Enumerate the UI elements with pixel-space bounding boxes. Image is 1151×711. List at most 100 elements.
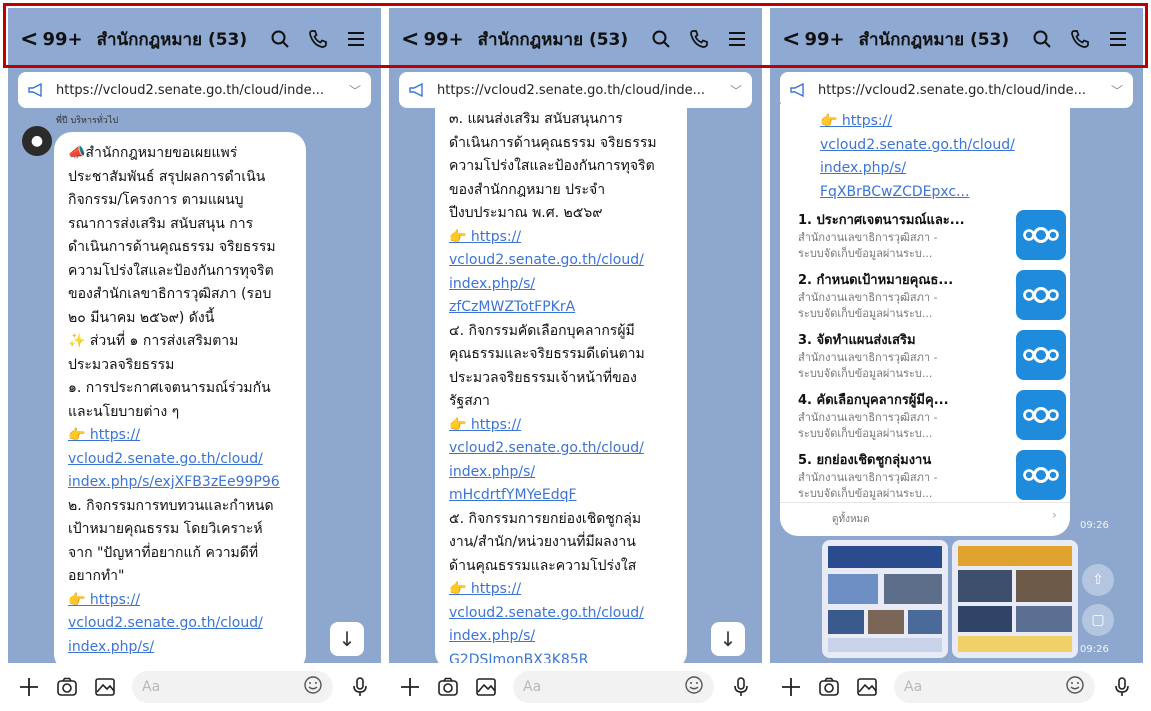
- chevron-down-icon[interactable]: ﹀: [1111, 82, 1123, 99]
- message-link[interactable]: 👉 https://: [449, 226, 673, 250]
- scroll-down-button[interactable]: ↓: [330, 622, 364, 656]
- image-icon[interactable]: [856, 676, 878, 698]
- nextcloud-logo-icon: [1016, 330, 1066, 380]
- phone-icon[interactable]: [305, 29, 331, 49]
- plus-icon[interactable]: [18, 676, 40, 698]
- unread-badge[interactable]: 99+: [804, 29, 844, 50]
- chat-header: < 99+ สำนักกฎหมาย (53): [389, 8, 762, 70]
- message-link[interactable]: 👉 https://: [449, 578, 673, 602]
- menu-icon[interactable]: [724, 29, 750, 49]
- link-card[interactable]: 3. จัดทำแผนส่งเสริม สำนักงานเลขาธิการวุฒ…: [798, 324, 1066, 386]
- plus-icon[interactable]: [780, 676, 802, 698]
- message-line: คุณธรรมและจริยธรรมดีเด่นตาม: [449, 346, 645, 362]
- microphone-icon[interactable]: [1111, 676, 1133, 698]
- back-button[interactable]: <: [782, 27, 800, 52]
- message-link[interactable]: 👉 https://: [68, 589, 292, 613]
- search-icon[interactable]: [1029, 29, 1055, 49]
- message-line: รัฐสภา: [449, 393, 490, 409]
- message-link[interactable]: index.php/s/: [820, 157, 1070, 181]
- camera-icon[interactable]: [818, 676, 840, 698]
- chevron-right-icon[interactable]: ›: [1052, 508, 1057, 522]
- announcement-url[interactable]: https://vcloud2.senate.go.th/cloud/inde.…: [437, 83, 722, 98]
- message-link[interactable]: vcloud2.senate.go.th/cloud/: [449, 437, 673, 461]
- message-link[interactable]: 👉 https://: [68, 424, 292, 448]
- message-input[interactable]: Aa: [894, 671, 1095, 703]
- message-link[interactable]: vcloud2.senate.go.th/cloud/: [449, 249, 673, 273]
- phone-icon[interactable]: [686, 29, 712, 49]
- link-card-desc: ระบบจัดเก็บข้อมูลผ่านระบ...: [798, 486, 933, 500]
- announcement-bar[interactable]: https://vcloud2.senate.go.th/cloud/inde.…: [18, 72, 371, 108]
- message-line: ๕. กิจกรรมการยกย่องเชิดชูกลุ่ม: [449, 510, 642, 527]
- announcement-bar[interactable]: https://vcloud2.senate.go.th/cloud/inde.…: [399, 72, 752, 108]
- message-link[interactable]: FqXBrBCwZCDEpxc...: [820, 181, 1070, 205]
- back-button[interactable]: <: [20, 27, 38, 52]
- image-thumbnail[interactable]: [822, 540, 948, 658]
- message-line: ดำเนินการด้านคุณธรรม จริยธรรม: [449, 134, 657, 151]
- announcement-url[interactable]: https://vcloud2.senate.go.th/cloud/inde.…: [56, 83, 341, 98]
- link-card-title: 4. คัดเลือกบุคลากรผู้มีคุ...: [798, 392, 949, 408]
- back-button[interactable]: <: [401, 27, 419, 52]
- chat-panel-1: < 99+ สำนักกฎหมาย (53) https://vcloud2.s…: [8, 8, 381, 711]
- emoji-icon[interactable]: [1065, 675, 1085, 699]
- message-line: ประชาสัมพันธ์ สรุปผลการดำเนิน: [68, 168, 266, 185]
- image-thumbnail[interactable]: [952, 540, 1078, 658]
- unread-badge[interactable]: 99+: [42, 29, 82, 50]
- message-input[interactable]: Aa: [132, 671, 333, 703]
- message-line: และนโยบายต่าง ๆ: [68, 403, 180, 420]
- message-line: ความโปร่งใสและป้องกันการทุจริต: [68, 262, 274, 279]
- message-link[interactable]: index.php/s/: [449, 461, 673, 485]
- message-link[interactable]: 👉 https://: [820, 110, 1070, 134]
- message-link[interactable]: vcloud2.senate.go.th/cloud/: [820, 134, 1070, 158]
- message-link[interactable]: mHcdrtfYMYeEdqF: [449, 484, 673, 508]
- message-link[interactable]: vcloud2.senate.go.th/cloud/: [68, 448, 292, 472]
- see-all-link[interactable]: ดูทั้งหมด: [832, 512, 870, 527]
- message-line: อยากทำ": [68, 568, 125, 584]
- message-line: ✨ ส่วนที่ ๑ การส่งเสริมตาม: [68, 333, 239, 349]
- announcement-bar[interactable]: https://vcloud2.senate.go.th/cloud/inde.…: [780, 72, 1133, 108]
- camera-icon[interactable]: [56, 676, 78, 698]
- chevron-down-icon[interactable]: ﹀: [349, 82, 361, 99]
- emoji-icon[interactable]: [684, 675, 704, 699]
- menu-icon[interactable]: [1105, 29, 1131, 49]
- message-line: 📣สำนักกฎหมายขอเผยแพร่: [68, 145, 238, 161]
- message-placeholder: Aa: [142, 679, 161, 695]
- menu-icon[interactable]: [343, 29, 369, 49]
- share-icon[interactable]: ⇧: [1082, 564, 1114, 596]
- link-card-desc: ระบบจัดเก็บข้อมูลผ่านระบ...: [798, 246, 933, 260]
- nextcloud-logo-icon: [1016, 390, 1066, 440]
- message-line: รณาการส่งเสริม สนับสนุน การ: [68, 215, 254, 232]
- announcement-url[interactable]: https://vcloud2.senate.go.th/cloud/inde.…: [818, 83, 1103, 98]
- phone-icon[interactable]: [1067, 29, 1093, 49]
- microphone-icon[interactable]: [730, 676, 752, 698]
- link-card-source: สำนักงานเลขาธิการวุฒิสภา -: [798, 290, 938, 304]
- message-line: ๑. การประกาศเจตนารมณ์ร่วมกัน: [68, 380, 271, 396]
- chat-panel-2: < 99+ สำนักกฎหมาย (53) https://vcloud2.s…: [389, 8, 762, 711]
- search-icon[interactable]: [267, 29, 293, 49]
- microphone-icon[interactable]: [349, 676, 371, 698]
- nextcloud-logo-icon: [1016, 270, 1066, 320]
- message-input[interactable]: Aa: [513, 671, 714, 703]
- unread-badge[interactable]: 99+: [423, 29, 463, 50]
- emoji-icon[interactable]: [303, 675, 323, 699]
- link-card[interactable]: 2. กำหนดเป้าหมายคุณธ... สำนักงานเลขาธิกา…: [798, 264, 1066, 326]
- save-icon[interactable]: ▢: [1082, 604, 1114, 636]
- scroll-down-button[interactable]: ↓: [711, 622, 745, 656]
- message-link[interactable]: zfCzMWZTotFPKrA: [449, 296, 673, 320]
- message-link[interactable]: vcloud2.senate.go.th/cloud/: [449, 602, 673, 626]
- plus-icon[interactable]: [399, 676, 421, 698]
- message-link[interactable]: vcloud2.senate.go.th/cloud/: [68, 612, 292, 636]
- camera-icon[interactable]: [437, 676, 459, 698]
- message-link[interactable]: index.php/s/: [449, 625, 673, 649]
- image-icon[interactable]: [475, 676, 497, 698]
- link-card[interactable]: 4. คัดเลือกบุคลากรผู้มีคุ... สำนักงานเลข…: [798, 384, 1066, 446]
- image-icon[interactable]: [94, 676, 116, 698]
- link-card[interactable]: 5. ยกย่องเชิดชูกลุ่มงาน สำนักงานเลขาธิกา…: [798, 444, 1066, 506]
- search-icon[interactable]: [648, 29, 674, 49]
- message-link[interactable]: index.php/s/exjXFB3zEe99P96: [68, 471, 292, 495]
- chevron-down-icon[interactable]: ﹀: [730, 82, 742, 99]
- message-link[interactable]: index.php/s/: [68, 636, 292, 660]
- message-link[interactable]: 👉 https://: [449, 414, 673, 438]
- message-link[interactable]: index.php/s/: [449, 273, 673, 297]
- link-card[interactable]: 1. ประกาศเจตนารมณ์และ... สำนักงานเลขาธิก…: [798, 204, 1066, 266]
- avatar[interactable]: ●: [22, 126, 52, 156]
